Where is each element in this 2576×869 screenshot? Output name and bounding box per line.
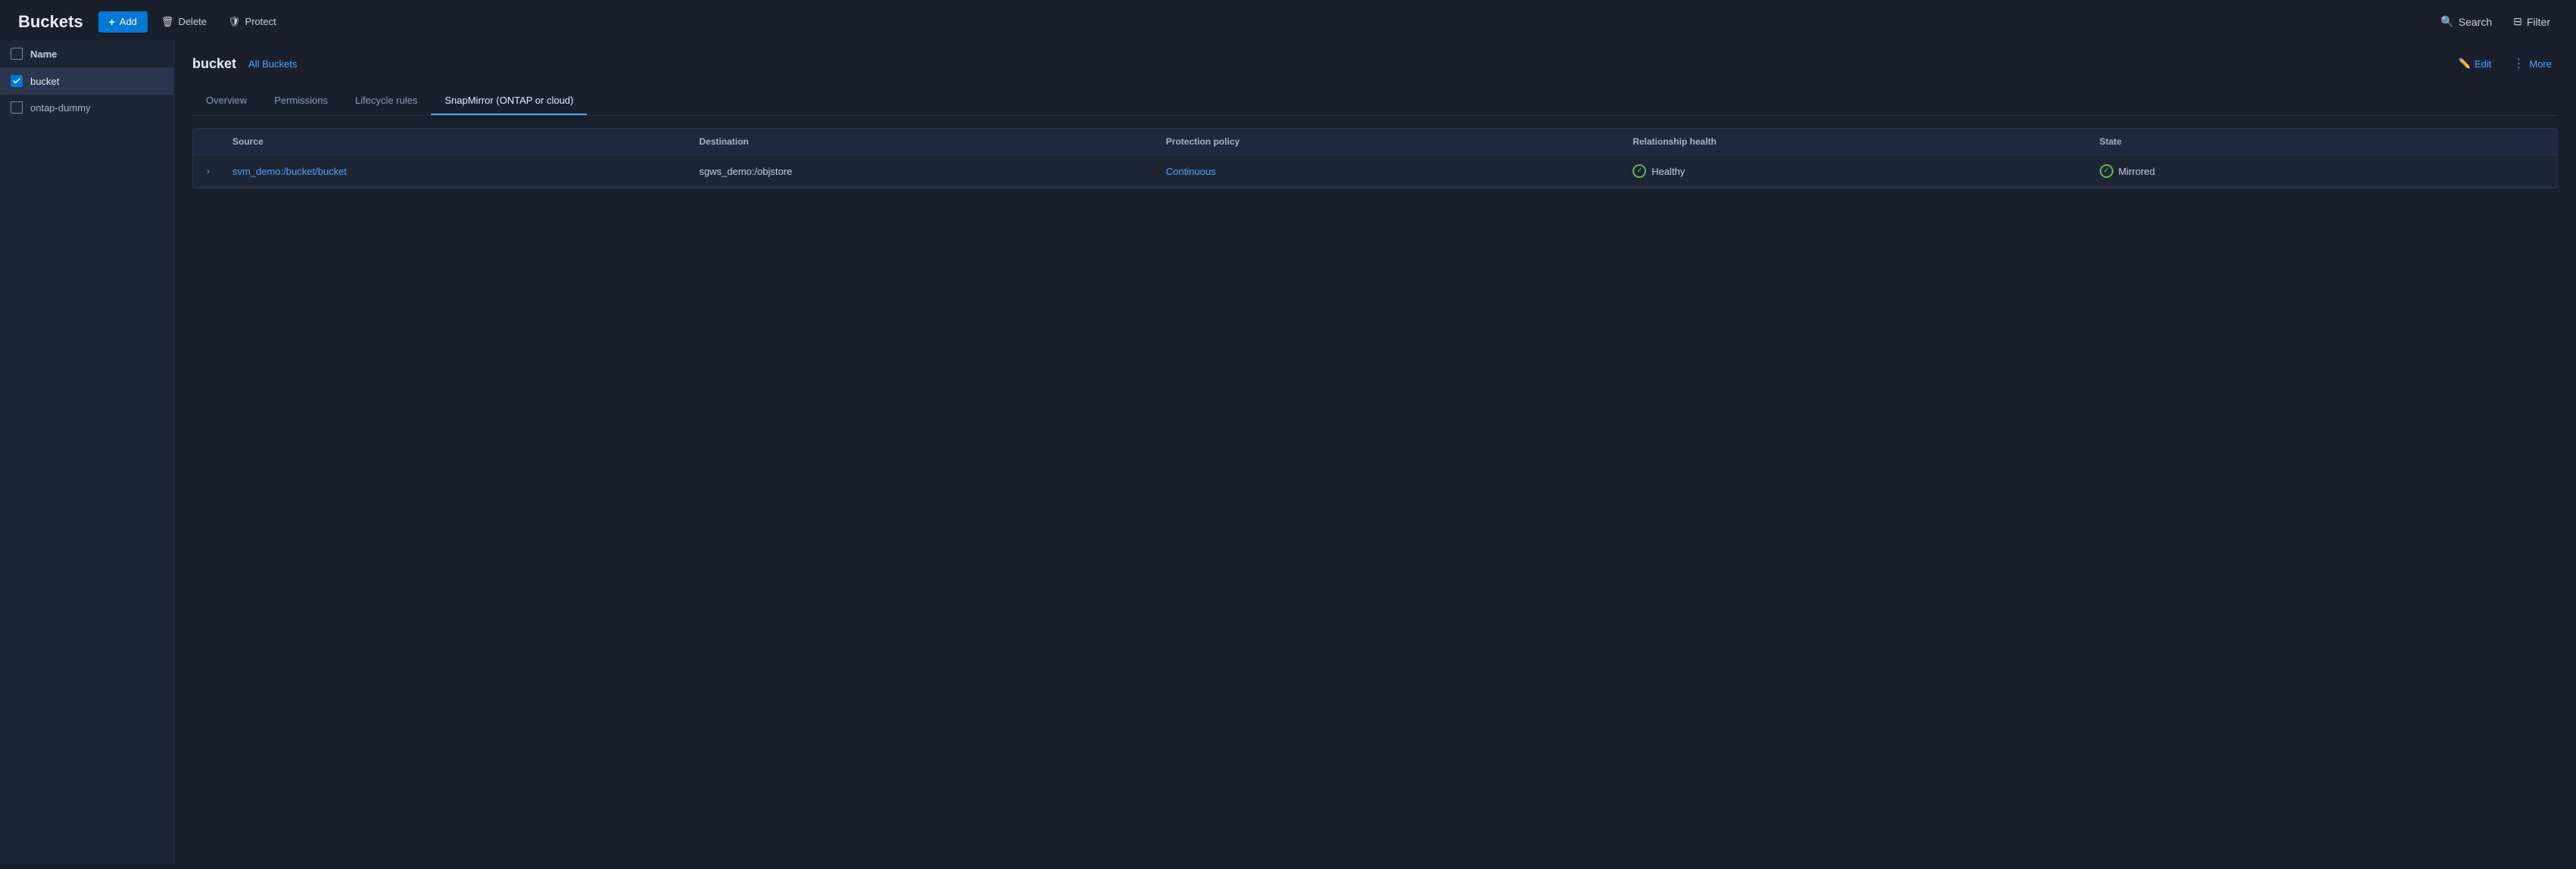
shield-icon: 🛡 xyxy=(228,16,241,28)
main-layout: Name bucket ontap-dummy bucket All Bucke… xyxy=(0,40,2576,864)
filter-button[interactable]: ⊟ Filter xyxy=(2506,11,2558,33)
state-status-icon xyxy=(2100,164,2113,178)
tab-overview[interactable]: Overview xyxy=(192,87,260,115)
tab-permissions[interactable]: Permissions xyxy=(260,87,341,115)
ontap-dummy-checkbox[interactable] xyxy=(11,101,23,114)
delete-button[interactable]: 🗑 Delete xyxy=(154,11,214,33)
sidebar-item-bucket[interactable]: bucket xyxy=(0,68,173,95)
edit-button[interactable]: ✏️ Edit xyxy=(2453,54,2498,73)
sidebar: Name bucket ontap-dummy xyxy=(0,40,174,864)
td-protection-policy[interactable]: Continuous xyxy=(1157,166,1623,177)
row-checkbox-cell: › xyxy=(193,166,223,176)
snapmirror-table: Source Destination Protection policy Rel… xyxy=(192,128,2558,188)
content-header-left: bucket All Buckets xyxy=(192,56,297,72)
bucket-checkbox[interactable] xyxy=(11,75,23,87)
sidebar-column-header: Name xyxy=(30,48,57,60)
td-source[interactable]: svm_demo:/bucket/bucket xyxy=(223,166,690,177)
edit-icon: ✏️ xyxy=(2459,58,2471,70)
add-button[interactable]: + Add xyxy=(98,11,148,33)
breadcrumb-link[interactable]: All Buckets xyxy=(248,58,297,70)
toolbar-actions: + Add 🗑 Delete 🛡 Protect xyxy=(98,11,284,33)
page-header: Buckets + Add 🗑 Delete 🛡 Protect 🔍 Searc… xyxy=(0,0,2576,40)
protect-button[interactable]: 🛡 Protect xyxy=(220,11,284,33)
trash-icon: 🗑 xyxy=(161,16,174,28)
th-relationship-health: Relationship health xyxy=(1623,136,2090,147)
content-header-right: ✏️ Edit ⋮ More xyxy=(2453,52,2558,75)
th-checkbox xyxy=(193,136,223,147)
more-button[interactable]: ⋮ More xyxy=(2506,52,2558,75)
td-relationship-health: Healthy xyxy=(1623,164,2090,178)
th-state: State xyxy=(2091,136,2557,147)
table-row: › svm_demo:/bucket/bucket sgws_demo:/obj… xyxy=(193,155,2557,188)
th-source: Source xyxy=(223,136,690,147)
search-icon: 🔍 xyxy=(2440,15,2453,28)
sidebar-header: Name xyxy=(0,40,173,68)
th-protection-policy: Protection policy xyxy=(1157,136,1623,147)
th-destination: Destination xyxy=(690,136,1156,147)
tab-snapmirror[interactable]: SnapMirror (ONTAP or cloud) xyxy=(431,87,587,115)
td-state: Mirrored xyxy=(2091,164,2557,178)
content-header: bucket All Buckets ✏️ Edit ⋮ More xyxy=(192,52,2558,75)
td-destination: sgws_demo:/objstore xyxy=(690,166,1156,177)
plus-icon: + xyxy=(109,16,115,28)
sidebar-item-label-ontap-dummy: ontap-dummy xyxy=(30,102,90,114)
select-all-checkbox[interactable] xyxy=(11,48,23,60)
search-button[interactable]: 🔍 Search xyxy=(2433,11,2500,33)
health-status-icon xyxy=(1633,164,1646,178)
page-title: Buckets xyxy=(18,12,83,32)
row-expand-chevron[interactable]: › xyxy=(207,166,210,176)
content-bucket-name: bucket xyxy=(192,56,236,72)
tab-lifecycle-rules[interactable]: Lifecycle rules xyxy=(341,87,431,115)
sidebar-item-ontap-dummy[interactable]: ontap-dummy xyxy=(0,95,173,121)
table-header: Source Destination Protection policy Rel… xyxy=(193,129,2557,155)
tabs: Overview Permissions Lifecycle rules Sna… xyxy=(192,87,2558,116)
filter-icon: ⊟ xyxy=(2513,15,2522,28)
sidebar-item-label-bucket: bucket xyxy=(30,76,59,87)
content-area: bucket All Buckets ✏️ Edit ⋮ More Overvi… xyxy=(174,40,2576,864)
dots-icon: ⋮ xyxy=(2512,56,2525,71)
